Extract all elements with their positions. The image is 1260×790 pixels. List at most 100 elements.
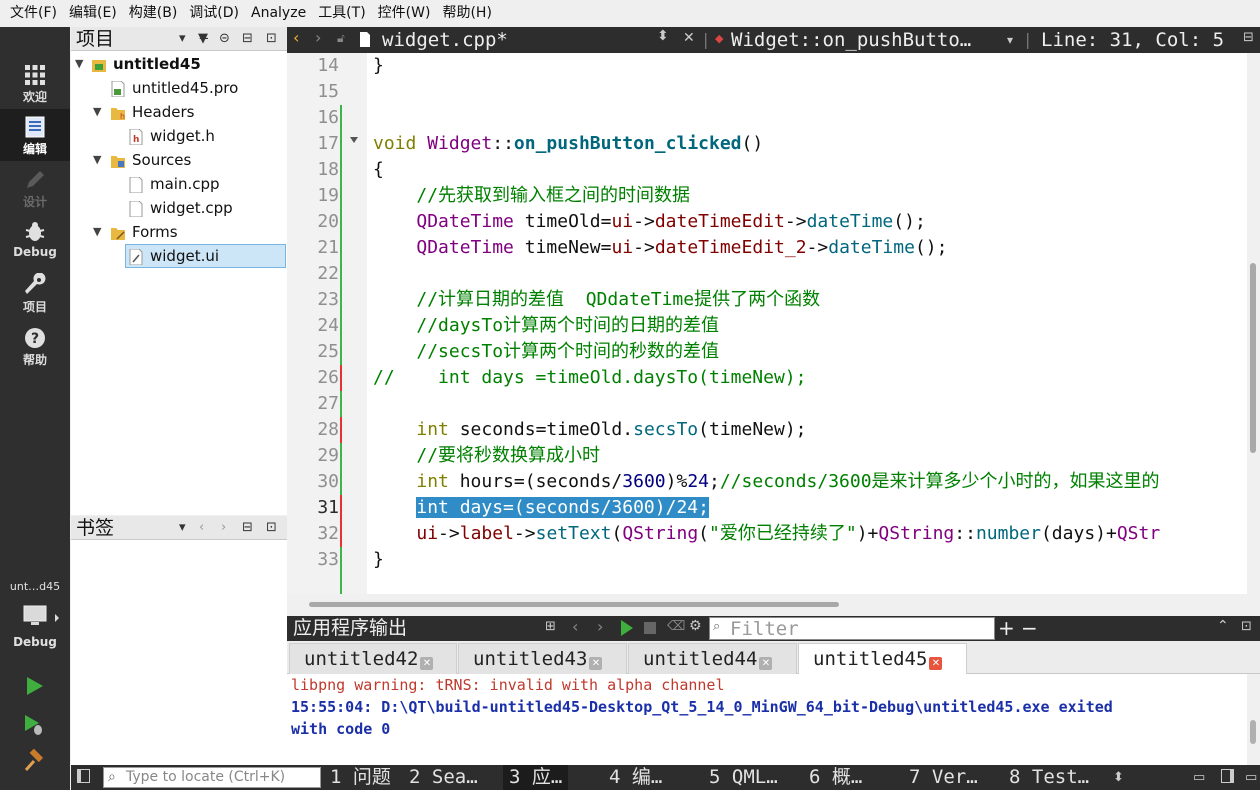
tree-item-widget-h[interactable]: h widget.h: [71, 124, 287, 148]
close-icon[interactable]: ✕: [929, 657, 943, 670]
chevron-down-icon[interactable]: ▼: [93, 220, 109, 244]
mode-projects[interactable]: 项目: [0, 267, 70, 319]
menu-item[interactable]: 构建(B): [123, 0, 184, 27]
remove-icon[interactable]: −: [1021, 616, 1038, 641]
scroll-thumb[interactable]: [1250, 720, 1256, 744]
scroll-thumb[interactable]: [1250, 263, 1256, 453]
mode-help[interactable]: ? 帮助: [0, 320, 70, 372]
lock-icon[interactable]: 🔓︎: [337, 31, 345, 46]
chevron-down-icon[interactable]: ▼: [93, 100, 109, 124]
tree-item-forms[interactable]: ▼ Forms: [71, 220, 287, 244]
forward-icon[interactable]: ›: [315, 28, 321, 47]
menu-item[interactable]: 帮助(H): [436, 0, 497, 27]
add-icon[interactable]: +: [998, 616, 1015, 641]
dropdown-arrow-icon[interactable]: ▾: [179, 30, 186, 48]
output-tab-active[interactable]: untitled45 ✕: [798, 643, 967, 674]
code-editor[interactable]: 14 15 16 17 18 19 20 21 22 23 24 25 26 27 28 29 30 31 32 33…: [287, 53, 1247, 594]
mode-edit[interactable]: 编辑: [0, 109, 70, 161]
prev-icon[interactable]: ‹: [572, 617, 578, 636]
menu-item[interactable]: 编辑(E): [63, 0, 123, 27]
output-vertical-scrollbar[interactable]: [1247, 674, 1260, 765]
symbol-selector[interactable]: Widget::on_pushButto…: [731, 27, 971, 53]
link-icon[interactable]: ⊝: [219, 30, 230, 48]
build-hammer-icon[interactable]: [22, 749, 46, 773]
next-icon[interactable]: ›: [597, 617, 603, 636]
split-icon[interactable]: ⊟: [242, 519, 253, 537]
filter-icon[interactable]: ▼̶: [198, 30, 208, 48]
chevron-up-icon[interactable]: ⌃: [1217, 618, 1229, 634]
debug-run-icon[interactable]: [22, 713, 46, 737]
tree-item-widget-cpp[interactable]: widget.cpp: [71, 196, 287, 220]
status-pane-app-output[interactable]: 3 应…: [503, 765, 569, 790]
tree-item-pro[interactable]: untitled45.pro: [71, 76, 287, 100]
tree-item-sources[interactable]: ▼ Sources: [71, 148, 287, 172]
status-pane-version-control[interactable]: 7 Ver…: [909, 765, 978, 790]
tree-item-widget-ui[interactable]: widget.ui: [71, 244, 287, 268]
settings-gear-icon[interactable]: ⚙: [689, 618, 702, 634]
code-line: //secsTo计算两个时间的秒数的差值: [416, 341, 720, 362]
monitor-icon[interactable]: [22, 604, 48, 628]
bookmark-pane-title: 书签: [76, 517, 115, 539]
change-marker: [340, 365, 342, 391]
toggle-sidebar-icon[interactable]: [77, 769, 90, 783]
rerun-icon[interactable]: [621, 620, 633, 636]
status-pane-tests[interactable]: 8 Test…: [1009, 765, 1089, 790]
menu-item[interactable]: 文件(F): [4, 0, 63, 27]
updown-arrow-icon[interactable]: ⬍: [1113, 765, 1124, 790]
back-icon[interactable]: ‹: [293, 28, 299, 47]
chevron-down-icon[interactable]: ▼: [75, 52, 91, 76]
dropdown-arrow-icon[interactable]: ▾: [179, 519, 186, 537]
output-line: libpng warning: tRNS: invalid with alpha…: [291, 676, 725, 694]
change-marker: [340, 495, 342, 521]
tree-item-project[interactable]: ▼ untitled45: [71, 52, 287, 76]
editor-vertical-scrollbar[interactable]: [1247, 53, 1260, 594]
status-pane-qml[interactable]: 5 QML…: [709, 765, 778, 790]
split-icon[interactable]: ⊟: [242, 30, 253, 48]
toggle-right-sidebar-icon[interactable]: [1221, 769, 1234, 783]
scroll-thumb[interactable]: [309, 602, 839, 607]
chevron-down-icon[interactable]: ▼: [93, 148, 109, 172]
menu-item[interactable]: 工具(T): [312, 0, 371, 27]
output-text[interactable]: libpng warning: tRNS: invalid with alpha…: [287, 674, 1247, 765]
dropdown-arrow-icon[interactable]: ⬍: [657, 28, 669, 44]
run-icon[interactable]: [22, 674, 46, 698]
status-pane-search[interactable]: 2 Sea…: [409, 765, 478, 790]
mode-debug[interactable]: Debug: [0, 214, 70, 266]
tree-item-headers[interactable]: ▼ h Headers: [71, 100, 287, 124]
locator-input[interactable]: ⌕ Type to locate (Ctrl+K): [103, 767, 321, 788]
mode-welcome[interactable]: 欢迎: [0, 57, 70, 109]
fold-arrow-icon[interactable]: [350, 137, 358, 143]
file-tab-label[interactable]: widget.cpp*: [382, 27, 508, 53]
clear-icon[interactable]: ⌫: [667, 619, 685, 634]
output-toggle-icon[interactable]: ▭: [1245, 765, 1257, 790]
menu-item[interactable]: Analyze: [245, 0, 312, 27]
close-icon[interactable]: ✕: [589, 657, 603, 670]
status-pane-general[interactable]: 6 概…: [809, 765, 862, 790]
close-icon[interactable]: ✕: [420, 657, 434, 670]
menu-item[interactable]: 调试(D): [183, 0, 245, 27]
attach-icon[interactable]: ⊞: [545, 619, 556, 634]
grid-icon: [25, 65, 45, 85]
dropdown-arrow-icon[interactable]: ▾: [1007, 27, 1013, 53]
close-pane-icon[interactable]: ⊡: [266, 30, 277, 48]
status-pane-issues[interactable]: 1 问题: [330, 765, 391, 790]
mode-design[interactable]: 设计: [0, 162, 70, 214]
next-icon[interactable]: ›: [221, 519, 226, 537]
status-pane-compile[interactable]: 4 编…: [609, 765, 662, 790]
close-icon[interactable]: ✕: [683, 30, 695, 46]
output-tab[interactable]: untitled44 ✕: [628, 643, 797, 674]
output-tab[interactable]: untitled42 ✕: [289, 643, 457, 674]
tree-item-main-cpp[interactable]: main.cpp: [71, 172, 287, 196]
close-pane-icon[interactable]: ⊡: [1241, 619, 1252, 634]
close-icon[interactable]: ✕: [759, 657, 773, 670]
output-tab[interactable]: untitled43 ✕: [458, 643, 627, 674]
stop-icon[interactable]: [644, 622, 656, 634]
cursor-position[interactable]: Line: 31, Col: 5: [1041, 27, 1224, 53]
editor-horizontal-scrollbar[interactable]: [287, 594, 1260, 616]
menu-item[interactable]: 控件(W): [372, 0, 437, 27]
split-icon[interactable]: ⊟: [1243, 30, 1254, 45]
close-pane-icon[interactable]: ⊡: [266, 519, 277, 537]
prev-icon[interactable]: ‹: [199, 519, 204, 537]
filter-input[interactable]: ⌕ Filter: [709, 617, 995, 640]
progress-icon[interactable]: ▭: [1193, 765, 1205, 790]
